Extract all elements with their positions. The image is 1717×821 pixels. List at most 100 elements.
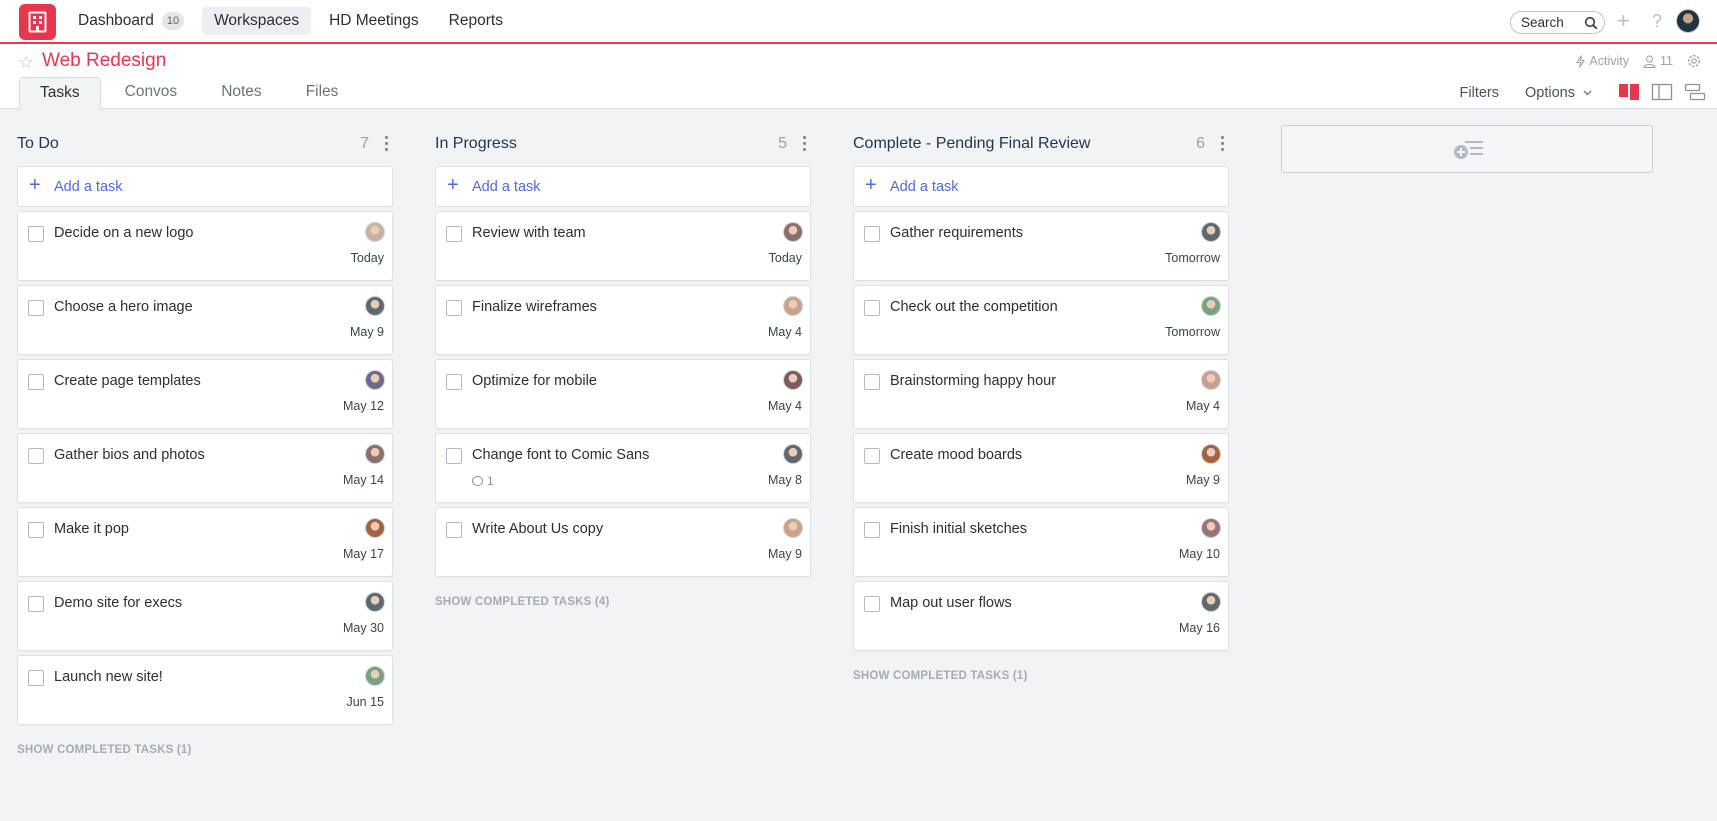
add-task-button[interactable]: + Add a task (435, 166, 811, 207)
add-task-button[interactable]: + Add a task (17, 166, 393, 207)
task-card[interactable]: Finalize wireframes May 4 (435, 285, 811, 355)
tab-notes[interactable]: Notes (201, 77, 282, 109)
task-checkbox[interactable] (864, 522, 880, 538)
task-name: Review with team (472, 225, 586, 241)
comment-indicator[interactable]: 1 (472, 474, 494, 488)
search-input[interactable] (1511, 12, 1581, 33)
task-card[interactable]: Create page templates May 12 (17, 359, 393, 429)
assignee-avatar[interactable] (1201, 222, 1221, 242)
timeline-view-icon[interactable] (1684, 83, 1706, 103)
task-due-date: Today (768, 251, 802, 265)
task-card[interactable]: Gather requirements Tomorrow (853, 211, 1229, 281)
assignee-avatar[interactable] (1201, 518, 1221, 538)
task-card[interactable]: Finish initial sketches May 10 (853, 507, 1229, 577)
assignee-avatar[interactable] (783, 370, 803, 390)
assignee-avatar[interactable] (365, 518, 385, 538)
assignee-avatar[interactable] (783, 222, 803, 242)
assignee-avatar[interactable] (1201, 296, 1221, 316)
task-checkbox[interactable] (446, 448, 462, 464)
task-card[interactable]: Demo site for execs May 30 (17, 581, 393, 651)
column-title: To Do (17, 135, 59, 152)
nav-dashboard-label: Dashboard (78, 12, 154, 29)
search-icon[interactable] (1584, 16, 1598, 30)
options-button[interactable]: Options (1525, 85, 1592, 101)
settings-link[interactable] (1687, 54, 1701, 68)
split-view-icon[interactable] (1651, 83, 1673, 103)
show-completed-link[interactable]: SHOW COMPLETED TASKS (1) (17, 744, 393, 756)
task-card[interactable]: Check out the competition Tomorrow (853, 285, 1229, 355)
task-card[interactable]: Optimize for mobile May 4 (435, 359, 811, 429)
assignee-avatar[interactable] (783, 444, 803, 464)
task-checkbox[interactable] (864, 300, 880, 316)
task-due-date: May 9 (349, 325, 384, 339)
task-card[interactable]: Create mood boards May 9 (853, 433, 1229, 503)
task-checkbox[interactable] (446, 522, 462, 538)
task-due-date: May 12 (343, 399, 384, 413)
assignee-avatar[interactable] (365, 370, 385, 390)
task-checkbox[interactable] (864, 448, 880, 464)
column-menu-icon[interactable] (1221, 136, 1225, 154)
column-menu-icon[interactable] (803, 136, 807, 154)
task-checkbox[interactable] (446, 300, 462, 316)
add-list-button[interactable] (1281, 125, 1653, 173)
add-task-button[interactable]: + Add a task (853, 166, 1229, 207)
task-checkbox[interactable] (446, 374, 462, 390)
assignee-avatar[interactable] (365, 222, 385, 242)
activity-link[interactable]: Activity (1576, 54, 1629, 68)
task-checkbox[interactable] (28, 374, 44, 390)
task-checkbox[interactable] (28, 300, 44, 316)
assignee-avatar[interactable] (365, 444, 385, 464)
nav-hd-meetings[interactable]: HD Meetings (317, 7, 431, 35)
user-avatar[interactable] (1676, 9, 1700, 33)
show-completed-link[interactable]: SHOW COMPLETED TASKS (4) (435, 596, 811, 608)
assignee-avatar[interactable] (783, 518, 803, 538)
assignee-avatar[interactable] (365, 666, 385, 686)
members-count: 11 (1660, 54, 1673, 68)
project-meta: Activity 11 (1576, 54, 1701, 68)
task-due-date: May 8 (767, 473, 802, 487)
tab-files[interactable]: Files (286, 77, 359, 109)
members-link[interactable]: 11 (1643, 54, 1673, 68)
add-task-label: Add a task (472, 179, 541, 195)
task-checkbox[interactable] (864, 226, 880, 242)
task-checkbox[interactable] (28, 670, 44, 686)
task-card[interactable]: Gather bios and photos May 14 (17, 433, 393, 503)
column-menu-icon[interactable] (385, 136, 389, 154)
nav-dashboard[interactable]: Dashboard 10 (66, 7, 196, 35)
add-task-label: Add a task (890, 179, 959, 195)
help-icon[interactable]: ? (1652, 9, 1662, 33)
filters-button[interactable]: Filters (1460, 85, 1499, 101)
nav-reports[interactable]: Reports (437, 7, 515, 35)
task-card[interactable]: Write About Us copy May 9 (435, 507, 811, 577)
assignee-avatar[interactable] (1201, 592, 1221, 612)
tab-convos[interactable]: Convos (105, 77, 198, 109)
task-checkbox[interactable] (864, 596, 880, 612)
assignee-avatar[interactable] (365, 296, 385, 316)
task-checkbox[interactable] (28, 596, 44, 612)
task-card[interactable]: Review with team Today (435, 211, 811, 281)
assignee-avatar[interactable] (783, 296, 803, 316)
assignee-avatar[interactable] (1201, 444, 1221, 464)
task-checkbox[interactable] (28, 522, 44, 538)
task-card[interactable]: Choose a hero image May 9 (17, 285, 393, 355)
show-completed-link[interactable]: SHOW COMPLETED TASKS (1) (853, 670, 1229, 682)
plus-icon[interactable]: + (1617, 9, 1630, 33)
task-card[interactable]: Map out user flows May 16 (853, 581, 1229, 651)
task-checkbox[interactable] (28, 226, 44, 242)
nav-workspaces[interactable]: Workspaces (202, 7, 312, 35)
task-card[interactable]: Change font to Comic Sans 1 May 8 (435, 433, 811, 503)
assignee-avatar[interactable] (1201, 370, 1221, 390)
task-card[interactable]: Launch new site! Jun 15 (17, 655, 393, 725)
task-checkbox[interactable] (446, 226, 462, 242)
task-checkbox[interactable] (28, 448, 44, 464)
task-card[interactable]: Make it pop May 17 (17, 507, 393, 577)
app-logo[interactable] (19, 4, 56, 40)
task-checkbox[interactable] (864, 374, 880, 390)
board-view-icon[interactable] (1618, 83, 1640, 103)
task-card[interactable]: Brainstorming happy hour May 4 (853, 359, 1229, 429)
assignee-avatar[interactable] (365, 592, 385, 612)
task-card[interactable]: Decide on a new logo Today (17, 211, 393, 281)
star-icon[interactable]: ☆ (18, 52, 34, 73)
task-due-date: May 4 (1185, 399, 1220, 413)
tab-tasks[interactable]: Tasks (19, 77, 101, 110)
